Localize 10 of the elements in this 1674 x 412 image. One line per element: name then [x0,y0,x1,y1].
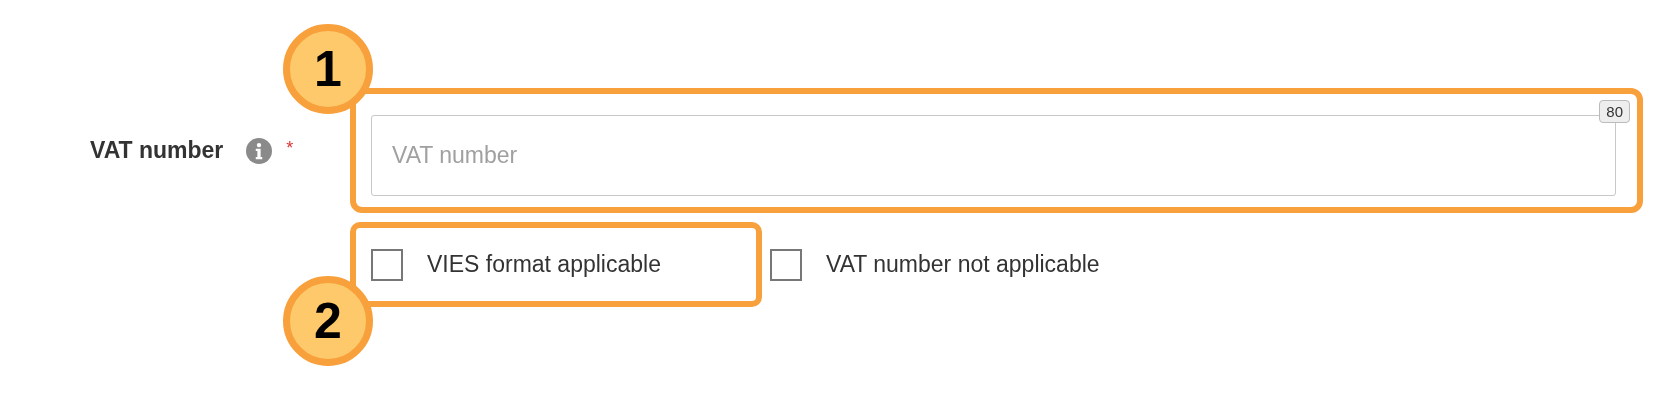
callout-badge: 1 [283,24,373,114]
checkbox[interactable] [770,248,802,281]
checkbox[interactable] [371,248,403,281]
required-mark: * [286,138,294,159]
character-counter: 80 [1599,100,1630,123]
checkbox-label[interactable]: VAT number not applicable [826,251,1100,278]
checkbox-label[interactable]: VIES format applicable [427,251,661,278]
field-label: VAT number [90,137,224,164]
info-icon[interactable] [246,137,273,164]
callout-badge: 2 [283,276,373,366]
